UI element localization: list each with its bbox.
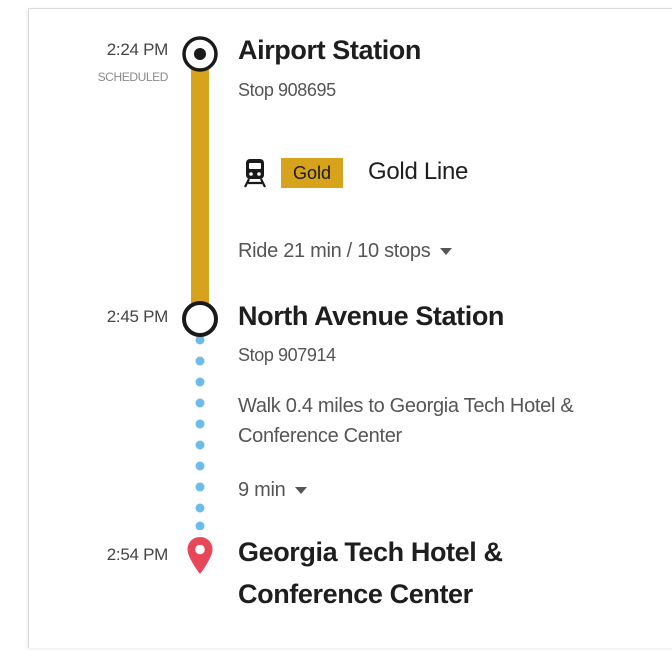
ride-summary-toggle[interactable]: Ride 21 min / 10 stops [238,236,453,266]
trip-timeline: 2:24 PM SCHEDULED Airport Station Stop 9… [0,0,672,656]
scheduled-label: SCHEDULED [97,70,169,84]
route-badge: Gold [281,158,344,188]
destination-name-line-2[interactable]: Conference Center [238,574,473,616]
walk-duration-text: 9 min [238,479,286,501]
train-icon [244,159,266,188]
departure-time: 2:24 PM [106,40,169,59]
destination-name-line-1[interactable]: Georgia Tech Hotel & [238,532,503,574]
gold-line-segment [191,58,209,304]
origin-stop-icon [182,36,218,72]
walk-dotted-path [195,335,205,530]
arrival-time: 2:54 PM [106,545,169,564]
transfer-stop-id: Stop 907914 [238,345,336,365]
ride-summary-text: Ride 21 min / 10 stops [238,240,431,262]
walk-instructions-line-1: Walk 0.4 miles to Georgia Tech Hotel & [238,395,574,417]
chevron-down-icon [295,487,308,495]
route-name: Gold Line [368,158,469,185]
transfer-time: 2:45 PM [106,307,169,326]
walk-instructions-line-2: Conference Center [238,425,402,447]
origin-stop-id: Stop 908695 [238,80,336,100]
transfer-stop-name[interactable]: North Avenue Station [238,296,504,338]
location-pin-icon [187,537,213,574]
walk-duration-toggle[interactable]: 9 min [238,475,308,505]
transfer-stop-icon [182,301,218,337]
origin-stop-name[interactable]: Airport Station [238,30,421,72]
chevron-down-icon [440,248,453,256]
